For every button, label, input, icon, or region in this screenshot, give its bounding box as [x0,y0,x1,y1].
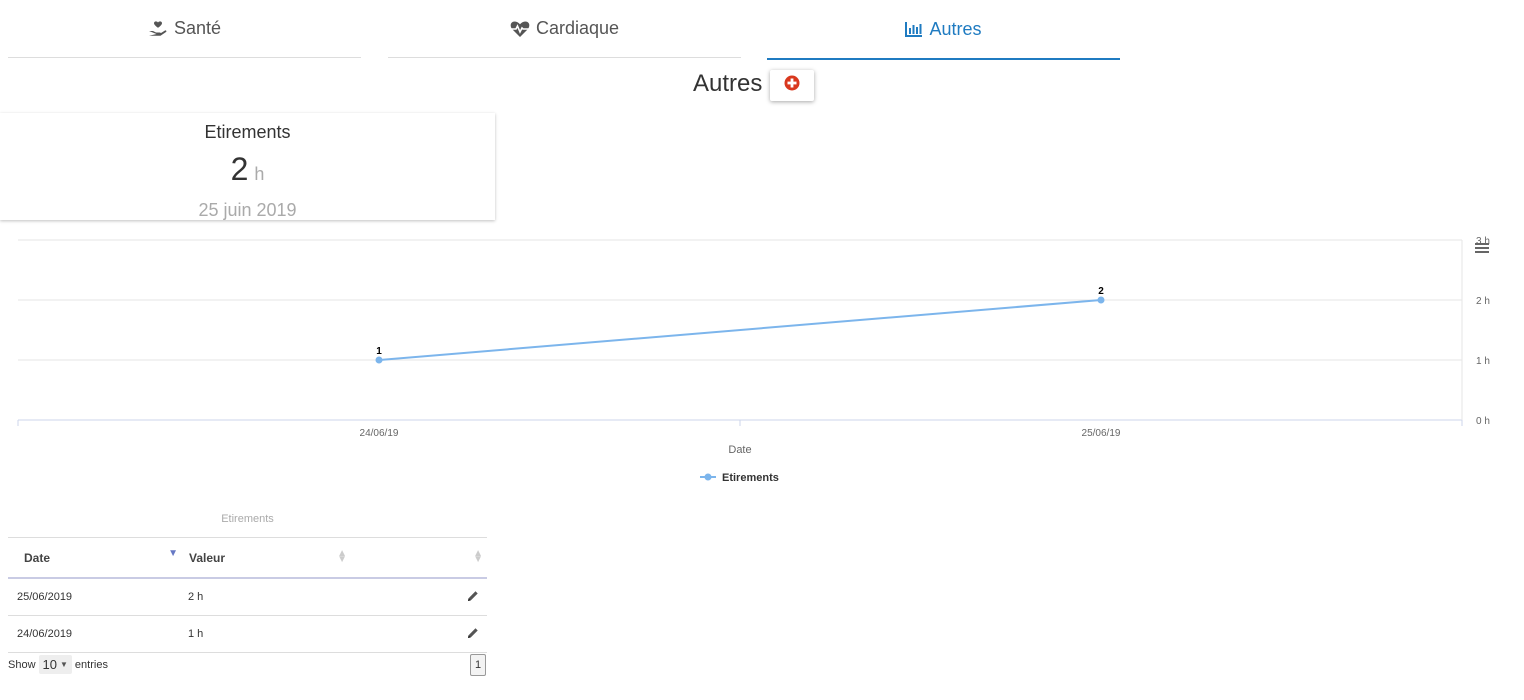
line-chart: 0 h 1 h 2 h 3 h 24/06/19 25/06/19 Date 1 2 Etirem… [17,236,1490,484]
card-value: 2h [0,151,495,188]
data-table: Date ▼ Valeur ▲ ▼ ▲ ▼ 25/06/2019 2 h 24/… [8,537,487,653]
hand-heart-icon [148,20,168,38]
show-label: Show [8,658,36,671]
legend-label: Etirements [722,472,779,484]
menu-icon-bar [1475,251,1489,253]
summary-card: Etirements 2h 25 juin 2019 [0,113,495,220]
pencil-icon[interactable] [467,627,479,642]
edit-cell [351,615,487,653]
page-title: Autres [693,70,763,97]
table-caption: Etirements [221,513,274,525]
y-tick-label: 2 h [1476,296,1490,307]
entries-label: entries [74,658,108,671]
page-size-value: 10 [42,657,57,672]
column-header-date-label: Date [24,550,51,565]
data-point [1097,296,1105,304]
cell-date: 24/06/2019 [8,615,182,653]
pencil-icon[interactable] [467,590,479,605]
cell-value: 1 h [182,615,351,653]
tab-sante-label: Santé [173,18,222,38]
page-size-select[interactable]: 10 ▼ [38,655,72,674]
bar-chart-icon [905,21,923,37]
edit-cell [351,578,487,616]
column-header-valeur-label: Valeur [189,550,226,565]
menu-icon-bar [1475,243,1489,245]
sort-icon: ▲ ▼ [473,548,483,565]
tab-cardiaque-label: Cardiaque [535,18,620,38]
y-tick-label: 0 h [1476,416,1490,427]
card-value-number: 2 [230,151,249,187]
column-header-date[interactable]: Date ▼ [8,537,182,579]
table-header-row: Date ▼ Valeur ▲ ▼ ▲ ▼ [8,537,487,579]
heartbeat-icon [510,20,530,38]
tab-autres-label: Autres [929,18,982,39]
x-tick-label: 24/06/19 [360,428,399,439]
data-point [375,356,383,364]
tab-bar: Santé Cardiaque Autres [0,0,1524,62]
caret-down-icon: ▼ [60,660,68,669]
cell-value: 2 h [182,578,351,616]
series-line [378,299,1102,361]
tab-sante[interactable]: Santé [8,0,361,58]
data-label: 1 [376,346,382,357]
y-tick-label: 1 h [1476,356,1490,367]
card-value-unit: h [254,164,265,184]
tab-cardiaque[interactable]: Cardiaque [388,0,741,58]
plus-circle-icon [784,75,800,96]
x-axis-title: Date [728,444,751,456]
sort-icon: ▲ ▼ [337,548,347,565]
menu-icon-bar [1475,247,1489,249]
column-header-actions[interactable]: ▲ ▼ [351,537,487,579]
pagination-page-button[interactable]: 1 [470,654,486,676]
add-button[interactable] [770,70,814,101]
cell-date: 25/06/2019 [8,578,182,616]
page-length-control: Show 10 ▼ entries [8,655,108,674]
card-title: Etirements [204,122,291,142]
column-header-valeur[interactable]: Valeur ▲ ▼ [182,537,351,579]
legend-marker [704,473,712,481]
x-tick-label: 25/06/19 [1082,428,1121,439]
table-row: 24/06/2019 1 h [8,615,487,653]
card-date: 25 juin 2019 [198,200,297,220]
y-tick-label: 3 h [1476,236,1490,247]
data-label: 2 [1098,286,1104,297]
table-row: 25/06/2019 2 h [8,578,487,616]
tab-autres[interactable]: Autres [767,0,1120,60]
sort-desc-icon: ▼ [168,548,178,559]
